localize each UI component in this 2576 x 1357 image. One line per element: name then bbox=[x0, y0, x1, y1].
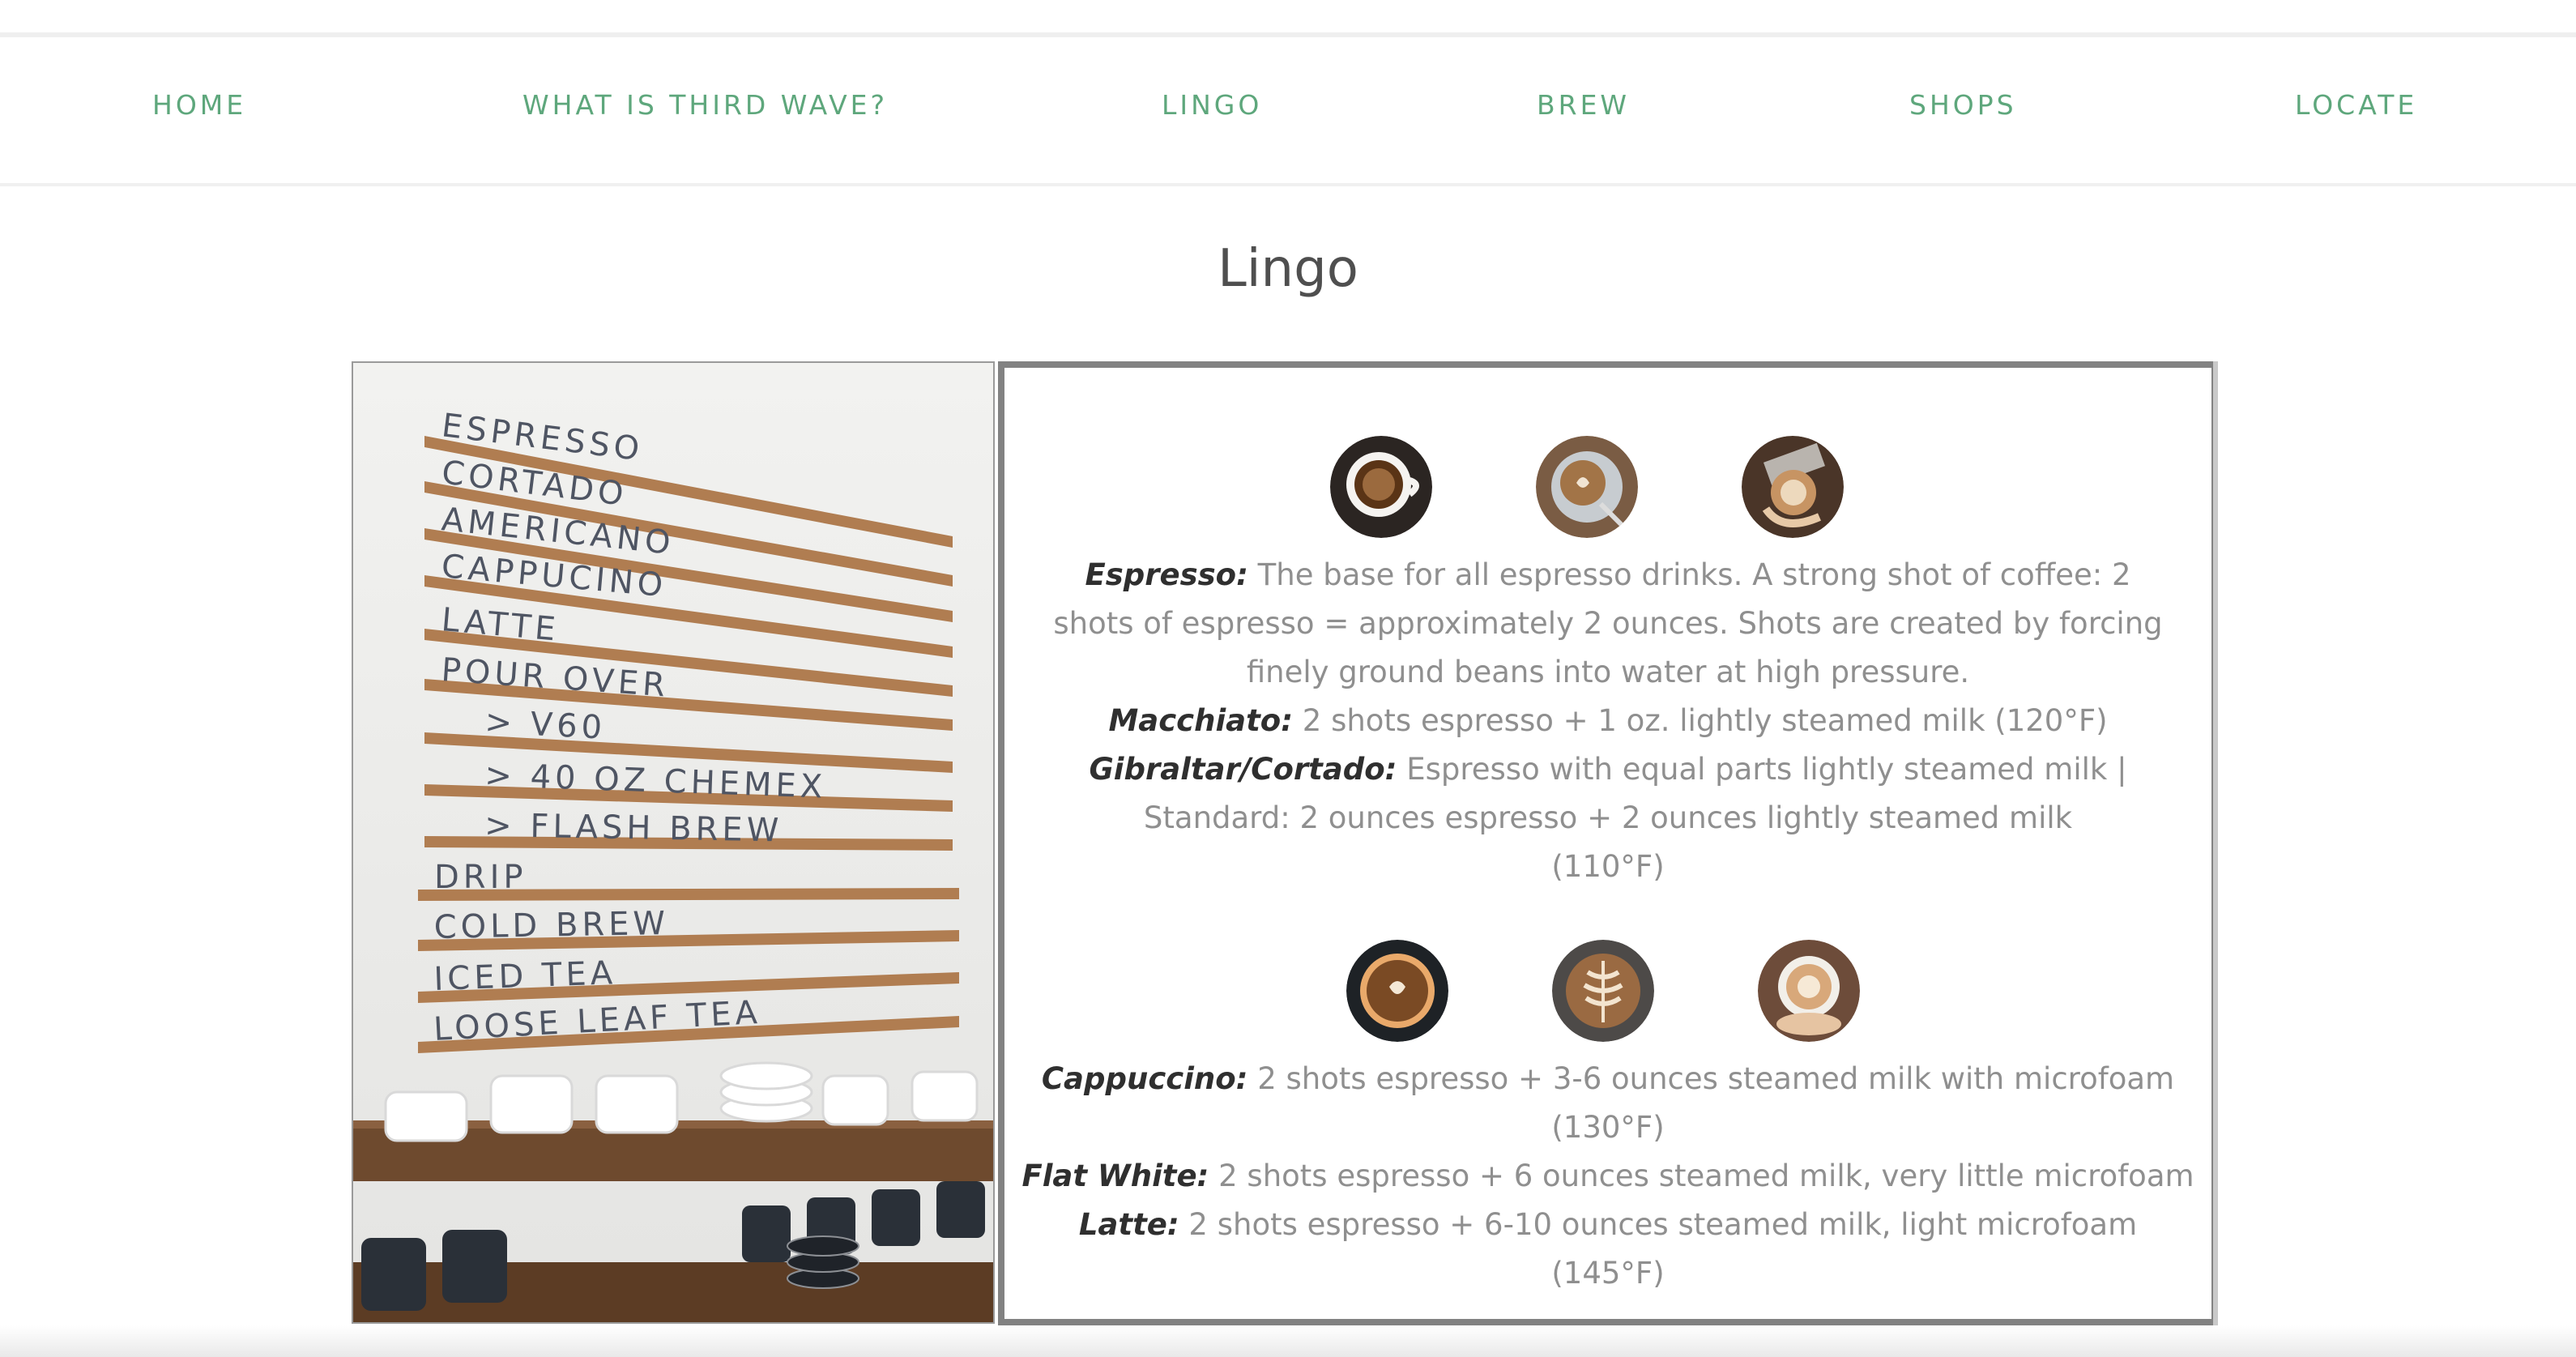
term-name: Macchiato: bbox=[1108, 703, 1293, 738]
nav-locate[interactable]: LOCATE bbox=[2295, 89, 2417, 121]
page-title: Lingo bbox=[1218, 239, 1358, 299]
definition-cortado-temp: (110°F) bbox=[1551, 849, 1665, 884]
term-desc: 2 shots espresso + 3-6 ounces steamed mi… bbox=[1247, 1061, 2175, 1096]
main-nav: HOME WHAT IS THIRD WAVE? LINGO BREW SHOP… bbox=[0, 37, 2576, 186]
menu-board-item: > FLASH BREW bbox=[484, 807, 783, 849]
drinks.group1_icons.0 bbox=[1330, 436, 1432, 538]
definition-macchiato: Macchiato: 2 shots espresso + 1 oz. ligh… bbox=[1004, 697, 2211, 745]
definition-cortado: Gibraltar/Cortado: Espresso with equal p… bbox=[1004, 745, 2211, 843]
term-desc: 2 shots espresso + 6 ounces steamed milk… bbox=[1209, 1159, 2194, 1193]
menu-board-item: COLD BREW bbox=[433, 905, 669, 946]
nav-brew[interactable]: BREW bbox=[1537, 89, 1630, 121]
definitions-group-2: Cappuccino: 2 shots espresso + 3-6 ounce… bbox=[1004, 1055, 2211, 1298]
term-name: Latte: bbox=[1078, 1207, 1179, 1242]
nav-shops[interactable]: SHOPS bbox=[1909, 89, 2017, 121]
nav-lingo[interactable]: LINGO bbox=[1162, 89, 1262, 121]
drinks.group1_icons.2 bbox=[1742, 436, 1844, 538]
drinks.group2_icons.1 bbox=[1552, 940, 1654, 1042]
drinks.group2_icons.0 bbox=[1346, 940, 1448, 1042]
definition-latte: Latte: 2 shots espresso + 6-10 ounces st… bbox=[1004, 1201, 2211, 1249]
term-name: Espresso: bbox=[1085, 557, 1248, 592]
definitions-group-1: Espresso: The base for all espresso drin… bbox=[1004, 551, 2211, 891]
definition-espresso: Espresso: The base for all espresso drin… bbox=[1004, 551, 2211, 697]
term-name: Cappuccino: bbox=[1041, 1061, 1248, 1096]
drinks.group1_icons.1 bbox=[1536, 436, 1638, 538]
top-bar bbox=[0, 0, 2576, 37]
definition-cappuccino-temp: (130°F) bbox=[1551, 1110, 1665, 1145]
menu-board-item: > V60 bbox=[484, 703, 607, 747]
menu-board-item: DRIP bbox=[434, 859, 527, 896]
term-name: Gibraltar/Cortado: bbox=[1089, 752, 1397, 787]
definition-cappuccino: Cappuccino: 2 shots espresso + 3-6 ounce… bbox=[1004, 1055, 2211, 1103]
term-desc: 2 shots espresso + 1 oz. lightly steamed… bbox=[1293, 703, 2108, 738]
definition-flat-white: Flat White: 2 shots espresso + 6 ounces … bbox=[1004, 1152, 2211, 1201]
bottom-shadow bbox=[0, 1325, 2576, 1357]
nav-third-wave[interactable]: WHAT IS THIRD WAVE? bbox=[522, 89, 888, 121]
drinks.group2_icons.2 bbox=[1758, 940, 1860, 1042]
lingo-card: Espresso: The base for all espresso drin… bbox=[998, 361, 2218, 1325]
term-name: Flat White: bbox=[1021, 1159, 1209, 1193]
term-desc: 2 shots espresso + 6-10 ounces steamed m… bbox=[1179, 1207, 2138, 1242]
nav-home[interactable]: HOME bbox=[152, 89, 246, 121]
menu-board-photo: ESPRESSO CORTADO AMERICANO CAPPUCINO LAT… bbox=[352, 361, 995, 1324]
menu-board-item: ICED TEA bbox=[433, 954, 617, 998]
menu-board-illustration: ESPRESSO CORTADO AMERICANO CAPPUCINO LAT… bbox=[353, 363, 993, 1322]
definition-latte-temp: (145°F) bbox=[1551, 1256, 1665, 1291]
